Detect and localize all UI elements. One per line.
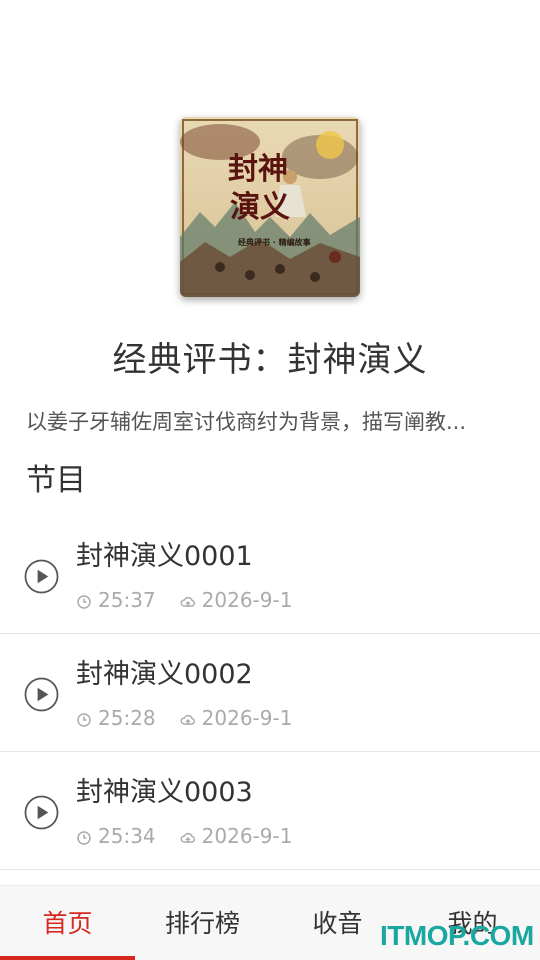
list-item[interactable]: 封神演义0001 25:37 2026-9-1: [0, 516, 540, 634]
episode-date: 2026-9-1: [201, 824, 293, 848]
episode-date: 2026-9-1: [201, 706, 293, 730]
watermark: ITMOP.COM: [380, 920, 534, 951]
upload-cloud-icon: [180, 596, 195, 607]
tab-home[interactable]: 首页: [0, 886, 135, 960]
clock-icon: [77, 594, 91, 609]
episode-list: 封神演义0001 25:37 2026-9-1 封神演义0002 25:28 2…: [0, 516, 540, 870]
tab-ranking[interactable]: 排行榜: [135, 886, 270, 960]
episode-title: 封神演义0001: [76, 541, 253, 572]
play-icon[interactable]: [24, 559, 59, 594]
upload-cloud-icon: [180, 832, 195, 843]
episode-meta: 25:34 2026-9-1: [76, 824, 292, 848]
cover-title-line2: 演义: [230, 190, 290, 225]
episode-title: 封神演义0002: [76, 659, 253, 690]
episode-meta: 25:37 2026-9-1: [76, 588, 292, 612]
section-title-programs: 节目: [26, 463, 86, 498]
cover-title-line1: 封神: [228, 152, 288, 187]
upload-cloud-icon: [180, 714, 195, 725]
album-title: 经典评书：封神演义: [112, 340, 428, 380]
album-cover: 封神 演义 经典评书 · 精编故事: [180, 117, 360, 297]
play-icon[interactable]: [24, 795, 59, 830]
episode-duration: 25:34: [98, 824, 156, 848]
list-item[interactable]: 封神演义0003 25:34 2026-9-1: [0, 752, 540, 870]
clock-icon: [77, 712, 91, 727]
list-item[interactable]: 封神演义0002 25:28 2026-9-1: [0, 634, 540, 752]
album-description[interactable]: 以姜子牙辅佐周室讨伐商纣为背景，描写阐教...: [26, 406, 516, 436]
episode-date: 2026-9-1: [201, 588, 293, 612]
episode-title: 封神演义0003: [76, 777, 253, 808]
album-cover-art: 封神 演义 经典评书 · 精编故事: [180, 117, 360, 297]
episode-duration: 25:28: [98, 706, 156, 730]
episode-duration: 25:37: [98, 588, 156, 612]
play-icon[interactable]: [24, 677, 59, 712]
clock-icon: [77, 830, 91, 845]
cover-subtitle: 经典评书 · 精编故事: [238, 237, 311, 247]
episode-meta: 25:28 2026-9-1: [76, 706, 292, 730]
